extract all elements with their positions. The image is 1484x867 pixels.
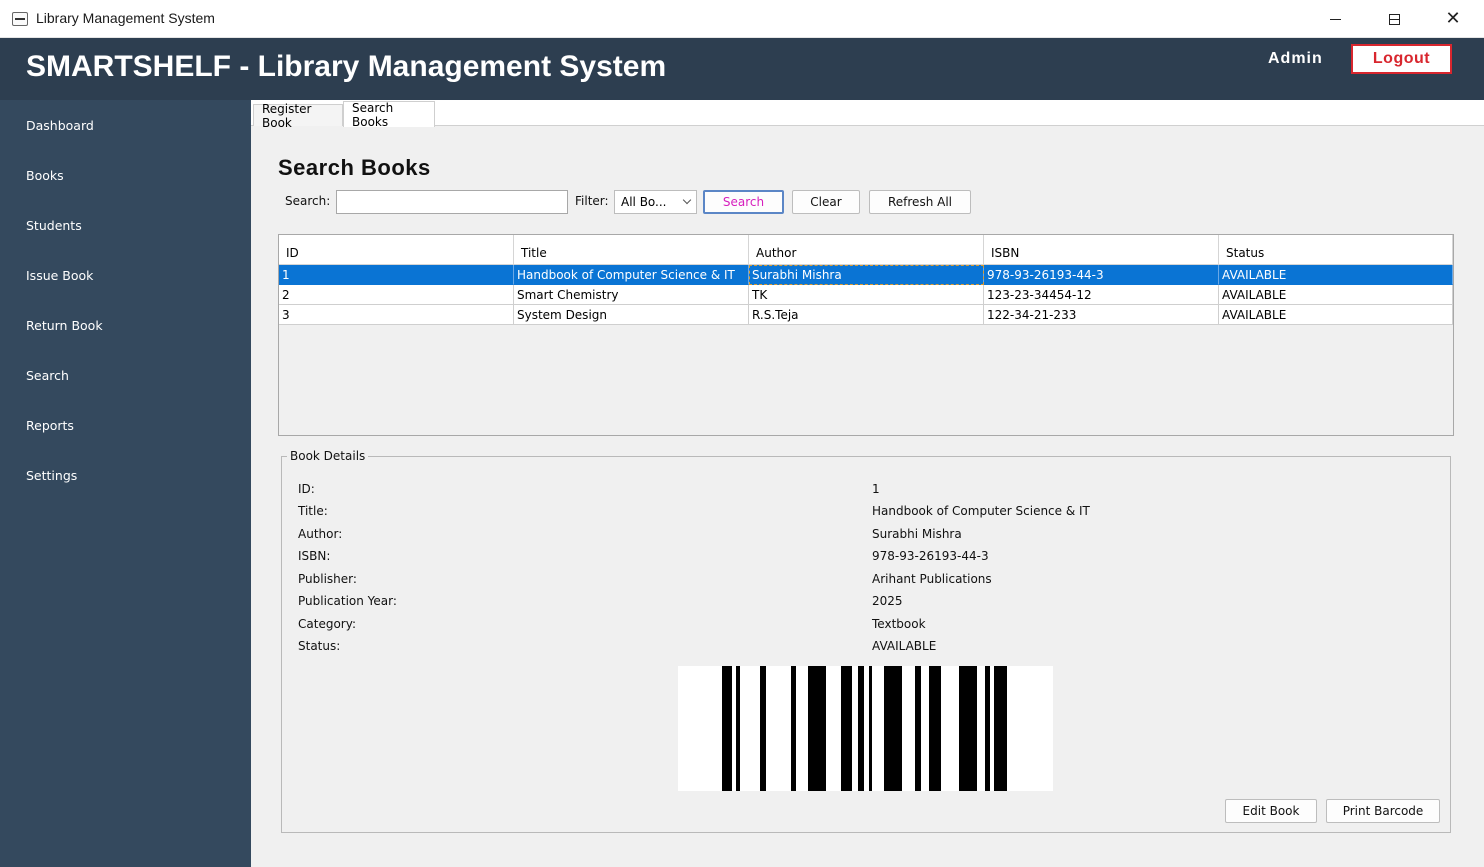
refresh-all-button[interactable]: Refresh All: [869, 190, 971, 214]
table-cell: 3: [279, 305, 514, 325]
table-cell: AVAILABLE: [1219, 285, 1453, 305]
search-button[interactable]: Search: [703, 190, 784, 214]
detail-value: Surabhi Mishra: [872, 527, 962, 541]
table-cell: Handbook of Computer Science & IT: [514, 265, 749, 285]
user-label: Admin: [1268, 50, 1323, 67]
sidebar: Dashboard Books Students Issue Book Retu…: [0, 100, 251, 867]
page-title: Search Books: [278, 155, 431, 180]
detail-label: ISBN:: [298, 549, 331, 563]
table-row[interactable]: 1 Handbook of Computer Science & IT Sura…: [279, 265, 1453, 285]
table-cell: AVAILABLE: [1219, 305, 1453, 325]
search-label: Search:: [285, 194, 331, 208]
table-cell: R.S.Teja: [749, 305, 984, 325]
table-cell: System Design: [514, 305, 749, 325]
table-cell: TK: [749, 285, 984, 305]
maximize-button[interactable]: [1365, 0, 1423, 38]
filter-select[interactable]: All Bo...: [614, 190, 697, 214]
window-titlebar: Library Management System: [0, 0, 1484, 38]
sidebar-item-books[interactable]: Books: [26, 168, 64, 183]
table-cell: 123-23-34454-12: [984, 285, 1219, 305]
table-cell: 978-93-26193-44-3: [984, 265, 1219, 285]
column-header-isbn[interactable]: ISBN: [984, 235, 1219, 265]
sidebar-item-dashboard[interactable]: Dashboard: [26, 118, 94, 133]
table-cell: AVAILABLE: [1219, 265, 1453, 285]
main-content: Register Book Search Books Search Books …: [251, 100, 1484, 867]
detail-value: Textbook: [872, 617, 926, 631]
book-details-legend: Book Details: [287, 449, 369, 463]
column-header-status[interactable]: Status: [1219, 235, 1453, 265]
detail-value: 978-93-26193-44-3: [872, 549, 989, 563]
sidebar-item-search[interactable]: Search: [26, 368, 69, 383]
tab-register-book[interactable]: Register Book: [253, 102, 343, 130]
close-button[interactable]: ✕: [1424, 0, 1482, 38]
results-table[interactable]: ID Title Author ISBN Status 1 Handbook o…: [278, 234, 1454, 436]
table-row[interactable]: 2 Smart Chemistry TK 123-23-34454-12 AVA…: [279, 285, 1453, 305]
logout-button[interactable]: Logout: [1351, 44, 1452, 74]
minimize-icon: [1329, 18, 1341, 20]
column-header-id[interactable]: ID: [279, 235, 514, 265]
detail-label: Publication Year:: [298, 594, 397, 608]
column-header-title[interactable]: Title: [514, 235, 749, 265]
clear-button[interactable]: Clear: [792, 190, 860, 214]
detail-label: Author:: [298, 527, 343, 541]
detail-value: 2025: [872, 594, 903, 608]
column-header-author[interactable]: Author: [749, 235, 984, 265]
table-cell: Surabhi Mishra: [749, 265, 984, 285]
filter-label: Filter:: [575, 194, 609, 208]
app-heading: SMARTSHELF - Library Management System: [26, 50, 667, 83]
chevron-down-icon: [682, 195, 692, 205]
edit-book-button[interactable]: Edit Book: [1225, 799, 1317, 823]
sidebar-item-settings[interactable]: Settings: [26, 468, 77, 483]
detail-label: Status:: [298, 639, 341, 653]
sidebar-item-return-book[interactable]: Return Book: [26, 318, 103, 333]
maximize-icon: [1388, 13, 1400, 25]
sidebar-item-reports[interactable]: Reports: [26, 418, 74, 433]
sidebar-item-students[interactable]: Students: [26, 218, 82, 233]
table-header: ID Title Author ISBN Status: [279, 235, 1453, 265]
detail-value: AVAILABLE: [872, 639, 937, 653]
app-icon: [12, 12, 28, 26]
app-header: SMARTSHELF - Library Management System A…: [0, 38, 1484, 100]
detail-label: Publisher:: [298, 572, 357, 586]
filter-value: All Bo...: [621, 195, 667, 209]
close-icon: ✕: [1445, 8, 1461, 29]
table-cell: 122-34-21-233: [984, 305, 1219, 325]
sidebar-item-issue-book[interactable]: Issue Book: [26, 268, 93, 283]
barcode-image: [678, 666, 1053, 791]
detail-value: Handbook of Computer Science & IT: [872, 504, 1090, 518]
table-row[interactable]: 3 System Design R.S.Teja 122-34-21-233 A…: [279, 305, 1453, 325]
tab-search-books[interactable]: Search Books: [343, 101, 435, 129]
table-cell: Smart Chemistry: [514, 285, 749, 305]
search-input[interactable]: [336, 190, 568, 214]
detail-label: Category:: [298, 617, 356, 631]
tab-strip: Register Book Search Books: [251, 100, 1484, 130]
minimize-button[interactable]: [1306, 0, 1364, 38]
detail-label: ID:: [298, 482, 315, 496]
detail-label: Title:: [298, 504, 328, 518]
table-cell: 2: [279, 285, 514, 305]
window-title: Library Management System: [36, 10, 215, 26]
print-barcode-button[interactable]: Print Barcode: [1326, 799, 1440, 823]
table-cell: 1: [279, 265, 514, 285]
detail-value: 1: [872, 482, 880, 496]
detail-value: Arihant Publications: [872, 572, 992, 586]
